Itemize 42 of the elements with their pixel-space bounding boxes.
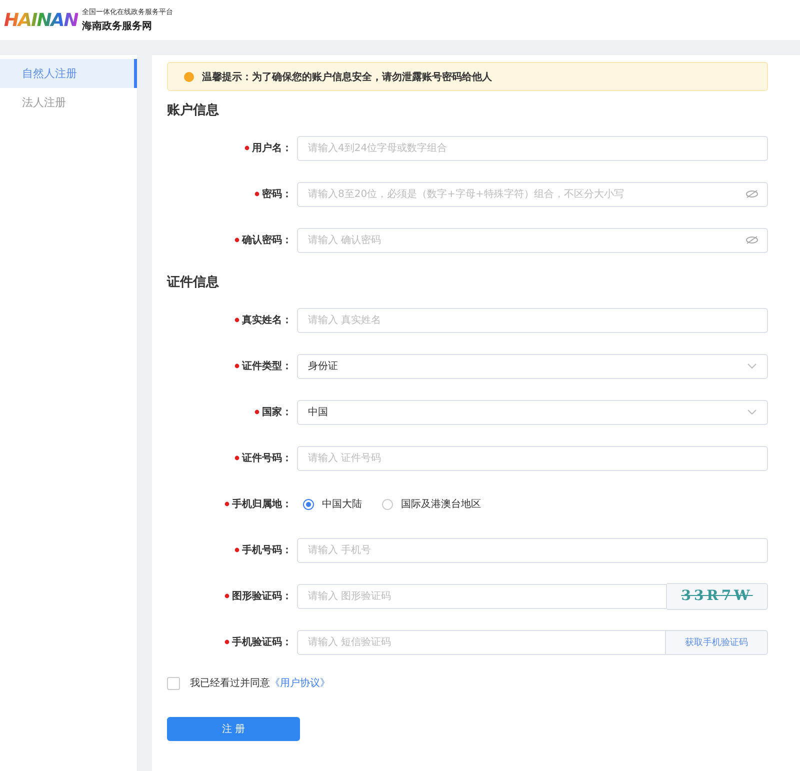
field-label: 证件号码： <box>242 452 292 465</box>
field-label: 确认密码： <box>242 234 292 247</box>
warning-icon <box>184 72 194 82</box>
radio-label: 中国大陆 <box>322 498 362 511</box>
eye-icon[interactable] <box>746 236 758 244</box>
get-code-button[interactable]: 获取手机验证码 <box>666 630 768 654</box>
text-field[interactable]: 请输入 短信验证码 <box>297 630 666 654</box>
field-label: 手机号码： <box>242 544 292 557</box>
chevron-down-icon[interactable] <box>747 409 757 415</box>
radio-button[interactable] <box>382 498 393 510</box>
sidebar-item[interactable]: 法人注册 <box>0 88 137 117</box>
select-field[interactable]: 身份证 <box>297 354 768 378</box>
field-label: 手机归属地： <box>232 498 292 511</box>
section-title: 证件信息 <box>167 274 220 291</box>
section-title: 账户信息 <box>167 102 220 119</box>
text-field[interactable]: 请输入 图形验证码 <box>297 584 667 608</box>
field-label: 图形验证码： <box>232 590 292 603</box>
field-label: 真实姓名： <box>242 313 292 327</box>
sidebar-item[interactable]: 自然人注册 <box>0 59 137 88</box>
field-label: 国家： <box>262 405 292 419</box>
text-field[interactable]: 请输入 手机号 <box>297 538 768 562</box>
password-field[interactable]: 请输入8至20位，必须是（数字+字母+特殊字符）组合，不区分大小写 <box>297 182 768 206</box>
select-field[interactable]: 中国 <box>297 400 768 424</box>
captcha-image[interactable]: 33R7W <box>667 582 768 610</box>
field-label: 手机验证码： <box>232 636 292 649</box>
password-field[interactable]: 请输入 确认密码 <box>297 228 768 252</box>
field-label: 证件类型： <box>242 360 292 373</box>
register-button[interactable]: 注 册 <box>167 717 300 741</box>
text-field[interactable]: 请输入 证件号码 <box>297 446 768 470</box>
notice-text: 温馨提示：为了确保您的账户信息安全，请勿泄露账号密码给他人 <box>202 70 492 84</box>
eye-icon[interactable] <box>746 190 758 198</box>
site-name: 海南政务服务网 <box>82 20 153 33</box>
agreement-link[interactable]: 《用户协议》 <box>270 676 330 690</box>
text-field[interactable]: 请输入 真实姓名 <box>297 308 768 332</box>
radio-button[interactable] <box>303 498 314 510</box>
field-label: 密码： <box>262 188 292 201</box>
radio-label: 国际及港澳台地区 <box>401 498 481 511</box>
field-label: 用户名： <box>252 141 292 155</box>
checkbox[interactable] <box>167 676 180 690</box>
chevron-down-icon[interactable] <box>747 363 757 369</box>
text-field[interactable]: 请输入4到24位字母或数字组合 <box>297 136 768 160</box>
agreement-text: 我已经看过并同意 <box>190 676 270 690</box>
